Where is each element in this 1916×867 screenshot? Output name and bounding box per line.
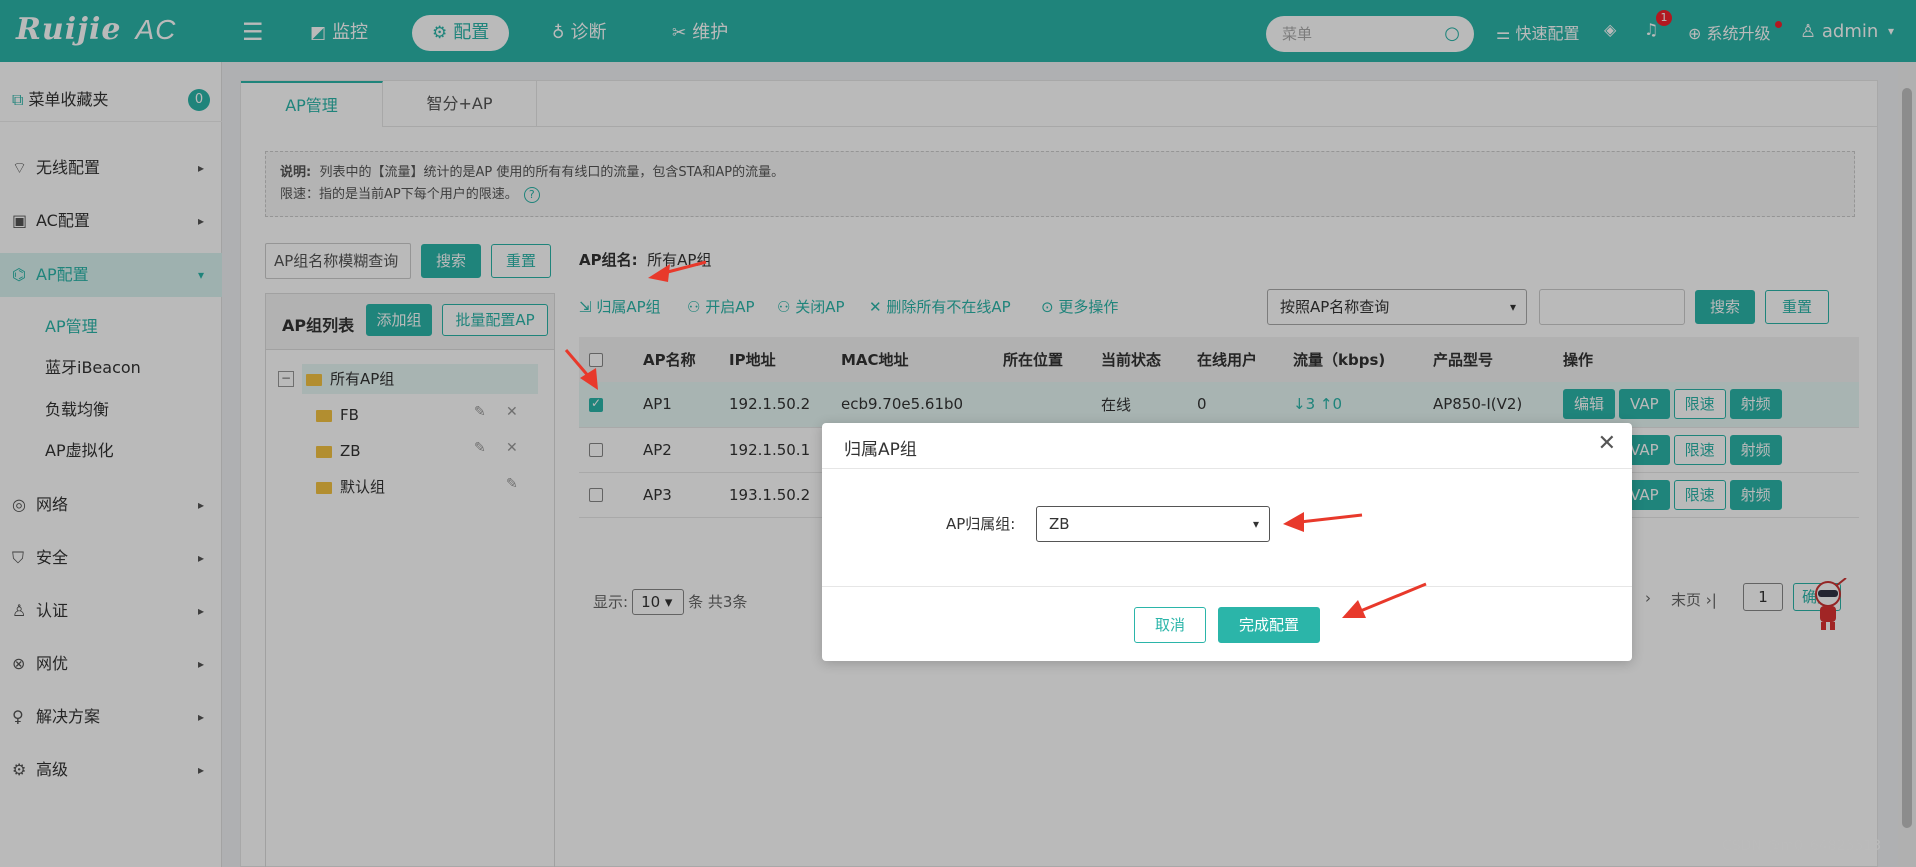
arrow-head xyxy=(648,264,670,282)
watermark: CSDN @m0_64825513 xyxy=(1722,838,1882,854)
arrow-line xyxy=(564,349,592,379)
annotation-arrows xyxy=(564,260,1427,618)
arrow-head xyxy=(1283,512,1304,532)
arrow-line xyxy=(1357,582,1427,614)
arrow-line xyxy=(1299,513,1363,524)
